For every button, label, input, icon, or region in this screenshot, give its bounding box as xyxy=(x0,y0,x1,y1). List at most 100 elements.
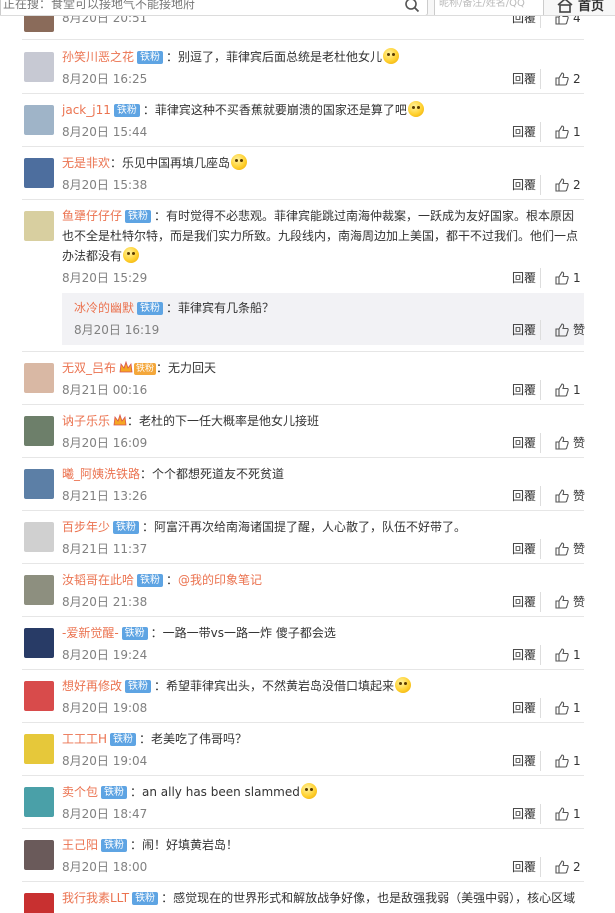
like-button[interactable]: 1 xyxy=(540,698,584,718)
reply-button[interactable]: 回覆 xyxy=(512,645,536,665)
like-button[interactable]: 赞 xyxy=(540,320,585,340)
avatar[interactable] xyxy=(24,211,54,241)
like-button[interactable]: 赞 xyxy=(540,539,585,559)
like-button[interactable]: 2 xyxy=(540,175,584,195)
username-link[interactable]: 讷子乐乐 xyxy=(62,414,110,428)
username-link[interactable]: 汝韬哥在此哈 xyxy=(62,573,134,587)
comment-time: 8月21日 13:26 xyxy=(62,489,148,503)
comment-time: 8月20日 16:09 xyxy=(62,436,148,450)
avatar[interactable] xyxy=(24,575,54,605)
username-link[interactable]: 孙笑川恶之花 xyxy=(62,50,134,64)
avatar[interactable] xyxy=(24,681,54,711)
like-button[interactable]: 4 xyxy=(540,16,584,28)
avatar[interactable] xyxy=(24,52,54,82)
avatar[interactable] xyxy=(24,105,54,135)
like-button[interactable]: 1 xyxy=(540,645,584,665)
avatar[interactable] xyxy=(24,469,54,499)
username-link[interactable]: 鱼犟仔仔仔 xyxy=(62,209,122,223)
like-button[interactable]: 1 xyxy=(540,751,584,771)
reply-button[interactable]: 回覆 xyxy=(512,592,536,612)
comment-text: ：感觉现在的世界形式和解放战争好像，也是敌强我弱（美强中弱），核心区域 xyxy=(161,891,576,905)
fan-badge[interactable]: 铁粉 xyxy=(110,733,137,746)
fan-badge[interactable]: 铁粉 xyxy=(134,363,157,375)
comment-text-line: 曦_阿姨洗铁路：个个都想死道友不死贫道 xyxy=(62,464,584,484)
comment-body: 工工工H 铁粉 ：老美吃了伟哥吗？ 8月20日 19:04 回覆 1 xyxy=(62,729,584,771)
home-link[interactable]: 首页 xyxy=(578,0,604,14)
nested-reply: 冰冷的幽默 铁粉 ：菲律宾有几条船？ 8月20日 16:19 回覆 赞 xyxy=(62,293,585,345)
fan-badge[interactable]: 铁粉 xyxy=(113,104,140,117)
list-item: -爱新觉醒- 铁粉 ：一路一带vs一路一炸 傻子都会选 8月20日 19:24 回覆 1 xyxy=(22,617,584,670)
fan-badge[interactable]: 铁粉 xyxy=(113,521,140,534)
comment-text-line: 百步年少 铁粉 ：阿富汗再次给南海诸国提了醒，人心散了，队伍不好带了。 xyxy=(62,517,584,537)
like-button[interactable]: 1 xyxy=(540,380,584,400)
avatar[interactable] xyxy=(24,628,54,658)
thumbs-up-icon xyxy=(555,178,569,192)
reply-button[interactable]: 回覆 xyxy=(512,320,536,340)
comment-body: 无双_吕布 铁粉 ：无力回天 8月21日 00:16 回覆 1 xyxy=(62,358,584,400)
avatar[interactable] xyxy=(24,363,54,393)
avatar[interactable] xyxy=(24,16,54,32)
username-link[interactable]: 卖个包 xyxy=(62,785,98,799)
reply-button[interactable]: 回覆 xyxy=(512,268,536,288)
user-search-input[interactable]: 昵称/备注/姓名/QQ xyxy=(434,0,544,15)
comment-meta: 8月20日 19:08 回覆 1 xyxy=(62,698,584,718)
fan-badge[interactable]: 铁粉 xyxy=(137,574,164,587)
avatar[interactable] xyxy=(24,734,54,764)
like-button[interactable]: 赞 xyxy=(540,433,585,453)
fan-badge[interactable]: 铁粉 xyxy=(132,892,159,905)
avatar[interactable] xyxy=(24,787,54,817)
thumbs-up-icon xyxy=(555,16,569,25)
avatar[interactable] xyxy=(24,416,54,446)
avatar[interactable] xyxy=(24,840,54,870)
username-link[interactable]: 百步年少 xyxy=(62,520,110,534)
search-input[interactable]: 正在搜：食堂可以接地气不能接地府 xyxy=(0,0,428,15)
comment-time: 8月20日 19:04 xyxy=(62,754,148,768)
list-item: 王己阳 铁粉 ：闹！好填黄岩岛！ 8月20日 18:00 回覆 2 xyxy=(22,829,584,882)
search-icon[interactable] xyxy=(404,0,420,13)
fan-badge[interactable]: 铁粉 xyxy=(125,680,152,693)
like-button[interactable]: 2 xyxy=(540,857,584,877)
thumbs-up-icon xyxy=(555,648,569,662)
comment-body: 卖个包 铁粉 ：an ally has been slammed 8月20日 18:4… xyxy=(62,782,584,824)
like-button[interactable]: 1 xyxy=(540,804,584,824)
avatar[interactable] xyxy=(24,522,54,552)
reply-button[interactable]: 回覆 xyxy=(512,69,536,89)
like-button[interactable]: 1 xyxy=(540,122,584,142)
mention-link[interactable]: @我的印象笔记 xyxy=(178,573,262,587)
username-link[interactable]: 王己阳 xyxy=(62,838,98,852)
username-link[interactable]: 我行我素LLT xyxy=(62,891,129,905)
reply-button[interactable]: 回覆 xyxy=(512,804,536,824)
reply-button[interactable]: 回覆 xyxy=(512,698,536,718)
fan-badge[interactable]: 铁粉 xyxy=(101,839,128,852)
fan-badge[interactable]: 铁粉 xyxy=(137,51,164,64)
reply-button[interactable]: 回覆 xyxy=(512,751,536,771)
reply-button[interactable]: 回覆 xyxy=(512,380,536,400)
username-link[interactable]: 工工工H xyxy=(62,732,107,746)
reply-button[interactable]: 回覆 xyxy=(512,486,536,506)
home-icon[interactable] xyxy=(556,0,574,13)
reply-button[interactable]: 回覆 xyxy=(512,175,536,195)
fan-badge[interactable]: 铁粉 xyxy=(125,210,152,223)
username-link[interactable]: 冰冷的幽默 xyxy=(74,301,134,315)
like-count: 赞 xyxy=(573,595,586,609)
fan-badge[interactable]: 铁粉 xyxy=(121,627,148,640)
reply-button[interactable]: 回覆 xyxy=(512,433,536,453)
like-button[interactable]: 赞 xyxy=(540,486,585,506)
username-link[interactable]: jack_j11 xyxy=(62,103,111,117)
fan-badge[interactable]: 铁粉 xyxy=(137,302,164,315)
fan-badge[interactable]: 铁粉 xyxy=(101,786,128,799)
like-button[interactable]: 1 xyxy=(540,268,584,288)
username-link[interactable]: 无是非欢 xyxy=(62,156,110,170)
username-link[interactable]: 曦_阿姨洗铁路 xyxy=(62,467,140,481)
avatar[interactable] xyxy=(24,158,54,188)
username-link[interactable]: 想好再修改 xyxy=(62,679,122,693)
like-button[interactable]: 赞 xyxy=(540,592,586,612)
username-link[interactable]: 无双_吕布 xyxy=(62,361,116,375)
like-button[interactable]: 2 xyxy=(540,69,584,89)
avatar[interactable] xyxy=(24,893,54,913)
reply-button[interactable]: 回覆 xyxy=(512,16,536,28)
username-link[interactable]: -爱新觉醒- xyxy=(62,626,119,640)
reply-button[interactable]: 回覆 xyxy=(512,122,536,142)
reply-button[interactable]: 回覆 xyxy=(512,539,536,559)
reply-button[interactable]: 回覆 xyxy=(512,857,536,877)
